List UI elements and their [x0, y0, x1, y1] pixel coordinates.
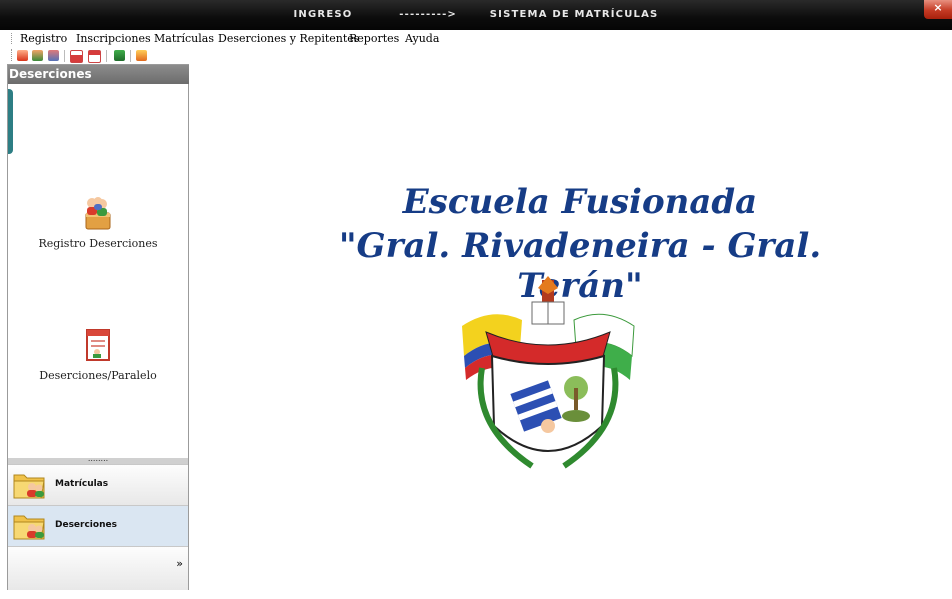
book-icon[interactable]	[114, 50, 125, 61]
toolbar-separator	[106, 50, 107, 62]
window-titlebar: INGRESO ---------> SISTEMA DE MATRÍCULAS…	[0, 0, 952, 30]
user-box-icon	[85, 197, 111, 230]
school-name-line1: Escuela Fusionada	[402, 182, 758, 222]
users-icon[interactable]	[32, 50, 43, 61]
group-label: Matrículas	[55, 479, 109, 489]
toolbar-separator	[64, 50, 65, 62]
menu-inscripciones[interactable]: Inscripciones	[76, 32, 151, 45]
menu-matriculas[interactable]: Matrículas	[154, 32, 214, 45]
sidebar-header: Deserciones	[8, 65, 189, 84]
sidebar-item-label: Deserciones/Paralelo	[39, 369, 157, 382]
overflow-chevron-icon[interactable]: »	[176, 558, 183, 569]
calendar-alt-icon[interactable]	[88, 50, 101, 63]
window-title: INGRESO ---------> SISTEMA DE MATRÍCULAS	[293, 9, 659, 20]
group-deserciones[interactable]: Deserciones	[8, 505, 188, 546]
menu-grip	[11, 33, 14, 44]
toolbar	[0, 46, 952, 64]
group-matriculas[interactable]: Matrículas	[8, 464, 188, 505]
school-crest-image	[462, 276, 635, 469]
basket-icon[interactable]	[136, 50, 147, 61]
report-icon	[86, 329, 110, 361]
home-icon[interactable]	[17, 50, 28, 61]
toolbar-separator	[130, 50, 131, 62]
toolbar-grip	[11, 49, 12, 61]
calendar-icon[interactable]	[70, 50, 83, 63]
sidebar-item-label: Registro Deserciones	[38, 237, 158, 250]
menu-registro[interactable]: Registro	[20, 32, 67, 45]
group-label: Deserciones	[55, 520, 117, 530]
sidebar-item-deserciones-paralelo[interactable]: Deserciones/Paralelo	[8, 327, 188, 382]
close-button[interactable]: ×	[924, 0, 952, 19]
menu-bar: Registro Inscripciones Matrículas Deserc…	[0, 30, 952, 46]
folder-users-icon	[13, 515, 45, 540]
menu-reportes[interactable]: Reportes	[349, 32, 399, 45]
menu-ayuda[interactable]: Ayuda	[405, 32, 439, 45]
folder-users-icon	[13, 474, 45, 499]
people-icon[interactable]	[48, 50, 59, 61]
sidebar: Deserciones Registro Deserciones Deserci…	[7, 64, 189, 590]
sidebar-item-registro-deserciones[interactable]: Registro Deserciones	[8, 195, 188, 250]
menu-deserciones-repitentes[interactable]: Deserciones y Repitentes	[218, 32, 359, 45]
sidebar-tab-handle[interactable]	[8, 89, 13, 154]
sidebar-footer: »	[8, 546, 188, 590]
